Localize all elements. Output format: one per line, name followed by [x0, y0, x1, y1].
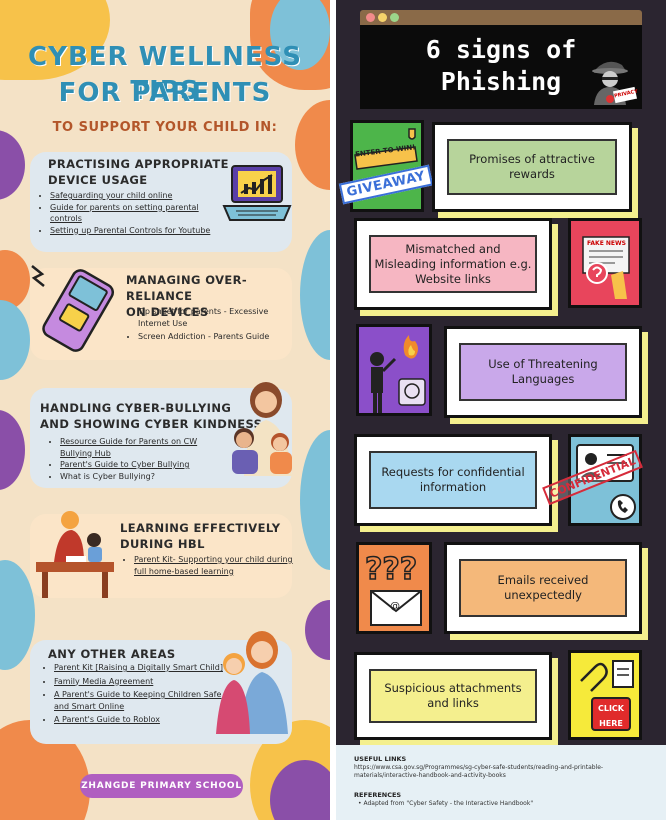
section-heading: ANY OTHER AREAS [48, 647, 176, 661]
resource-link[interactable]: Screen Addiction - Parents Guide [138, 331, 298, 343]
reference-item: • Adapted from "Cyber Safety - the Inter… [358, 800, 534, 807]
mother-children-illustration [232, 382, 292, 476]
resource-link[interactable]: A Parent's Guide to Roblox [54, 714, 226, 726]
fake-news-text: FAKE NEWS [587, 240, 626, 247]
page-title-line2: FOR PARENTS [58, 78, 272, 108]
window-title-bar [360, 10, 642, 25]
mother-daughter-illustration [216, 631, 288, 734]
deco-blob [0, 410, 25, 490]
deco-blob [305, 600, 330, 660]
window-dot-icon [366, 13, 375, 22]
useful-link-url[interactable]: https://www.csa.gov.sg/Programmes/sg-cyb… [354, 764, 652, 780]
sign-box-rewards: Promises of attractive rewards [432, 122, 632, 212]
resource-link[interactable]: Parent Kit [Raising a Digitally Smart Ch… [54, 662, 226, 674]
hacker-icon [592, 61, 638, 105]
threat-tile [356, 324, 432, 416]
svg-text:???: ??? [365, 552, 417, 587]
sign-label: Requests for confidential information [369, 451, 537, 509]
window-dot-icon [390, 13, 399, 22]
home-learning-illustration [36, 511, 114, 598]
school-name-badge: ZHANGDE PRIMARY SCHOOL [80, 774, 243, 798]
resource-list: Tip sheet for parents - Excessive Intern… [126, 306, 298, 343]
phishing-panel: 6 signs of Phishing PRIVACY ENTER TO WIN… [336, 0, 666, 820]
fake-news-tile: FAKE NEWS [568, 218, 642, 308]
resource-list: Resource Guide for Parents on CW Bullyin… [48, 436, 225, 482]
resource-link[interactable]: A Parent's Guide to Keeping Children Saf… [54, 689, 226, 712]
deco-blob [300, 430, 330, 570]
useful-links-heading: USEFUL LINKS [354, 755, 407, 763]
resource-link[interactable]: Parent Kit- Supporting your child during… [134, 554, 296, 577]
sign-label: Promises of attractive rewards [447, 139, 617, 195]
attachment-tile: CLICK HERE [568, 650, 642, 740]
card-reader-icon [31, 265, 115, 352]
resource-link[interactable]: Family Media Agreement [54, 676, 226, 688]
email-tile: ??? @ [356, 542, 432, 634]
email-question-icon: ??? @ [364, 551, 422, 626]
resource-link[interactable]: Tip sheet for parents - Excessive Intern… [138, 306, 298, 329]
sign-label: Emails received unexpectedly [459, 559, 627, 617]
angry-person-fire-icon [370, 335, 426, 413]
resource-link[interactable]: What is Cyber Bullying? [60, 471, 225, 483]
deco-blob [300, 230, 330, 360]
resource-link[interactable]: Guide for parents on setting parental co… [50, 202, 232, 225]
resource-link[interactable]: Resource Guide for Parents on CW Bullyin… [60, 436, 225, 459]
sign-box-emails: Emails received unexpectedly [444, 542, 642, 634]
section-device-usage: PRACTISING APPROPRIATE DEVICE USAGE Safe… [30, 152, 292, 252]
sign-box-threatening: Use of Threatening Languages [444, 326, 642, 418]
section-heading: PRACTISING APPROPRIATE DEVICE USAGE [48, 157, 229, 187]
references-heading: REFERENCES [354, 791, 402, 799]
click-here-button[interactable]: CLICK HERE [591, 697, 631, 731]
sign-box-mismatched: Mismatched and Misleading information e.… [354, 218, 552, 310]
sign-label: Suspicious attachments and links [369, 669, 537, 723]
section-heading: LEARNING EFFECTIVELY DURING HBL [120, 521, 281, 551]
svg-text:@: @ [390, 601, 400, 612]
resource-link[interactable]: Setting up Parental Controls for Youtube [50, 225, 232, 237]
sign-label: Mismatched and Misleading information e.… [369, 235, 537, 293]
sign-box-confidential: Requests for confidential information [354, 434, 552, 526]
resource-list: Parent Kit- Supporting your child during… [122, 554, 296, 577]
cyber-wellness-panel: CYBER WELLNESS TIPS FOR PARENTS TO SUPPO… [0, 0, 330, 820]
resource-link[interactable]: Parent's Guide to Cyber Bullying [60, 459, 225, 471]
laptop-chart-icon [222, 165, 292, 221]
resource-list: Parent Kit [Raising a Digitally Smart Ch… [42, 662, 226, 726]
sign-box-attachments: Suspicious attachments and links [354, 652, 552, 740]
deco-blob [0, 130, 25, 200]
resource-list: Safeguarding your child online Guide for… [38, 190, 232, 236]
page-subtitle: TO SUPPORT YOUR CHILD IN: [52, 120, 278, 135]
references-section: USEFUL LINKS https://www.csa.gov.sg/Prog… [336, 745, 666, 820]
paperclip-document-icon [580, 660, 634, 692]
sign-label: Use of Threatening Languages [459, 343, 627, 401]
resource-link[interactable]: Safeguarding your child online [50, 190, 232, 202]
deco-blob [295, 100, 330, 190]
title-window: 6 signs of Phishing PRIVACY [360, 25, 642, 109]
window-dot-icon [378, 13, 387, 22]
